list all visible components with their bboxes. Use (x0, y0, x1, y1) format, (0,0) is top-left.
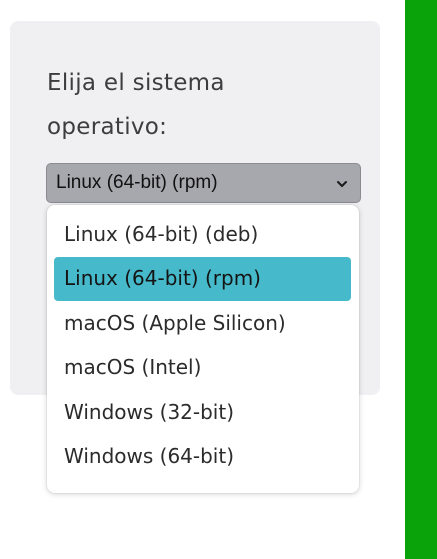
option-label: Windows (32-bit) (64, 400, 234, 424)
option-label: Windows (64-bit) (64, 444, 234, 468)
chevron-down-icon (337, 181, 347, 187)
os-select-value: Linux (64-bit) (rpm) (56, 172, 218, 193)
option-macos-intel[interactable]: macOS (Intel) (54, 346, 351, 390)
os-prompt-line-1: Elija el sistema (47, 70, 225, 96)
option-linux-rpm[interactable]: Linux (64-bit) (rpm) (54, 257, 351, 301)
os-prompt-label: Elija el sistema operativo: (47, 61, 347, 149)
os-select[interactable]: Linux (64-bit) (rpm) (46, 163, 361, 203)
os-dropdown-list: Linux (64-bit) (deb) Linux (64-bit) (rpm… (47, 205, 359, 493)
option-macos-apple-silicon[interactable]: macOS (Apple Silicon) (54, 302, 351, 346)
option-windows-64[interactable]: Windows (64-bit) (54, 435, 351, 479)
option-linux-deb[interactable]: Linux (64-bit) (deb) (54, 213, 351, 257)
page: Elija el sistema operativo: Linux (64-bi… (0, 0, 437, 559)
option-label: macOS (Intel) (64, 355, 202, 379)
os-prompt-line-2: operativo: (47, 114, 168, 140)
option-label: Linux (64-bit) (deb) (64, 222, 259, 246)
option-windows-32[interactable]: Windows (32-bit) (54, 391, 351, 435)
option-label: Linux (64-bit) (rpm) (64, 266, 261, 290)
option-label: macOS (Apple Silicon) (64, 311, 286, 335)
green-side-panel (405, 0, 437, 559)
